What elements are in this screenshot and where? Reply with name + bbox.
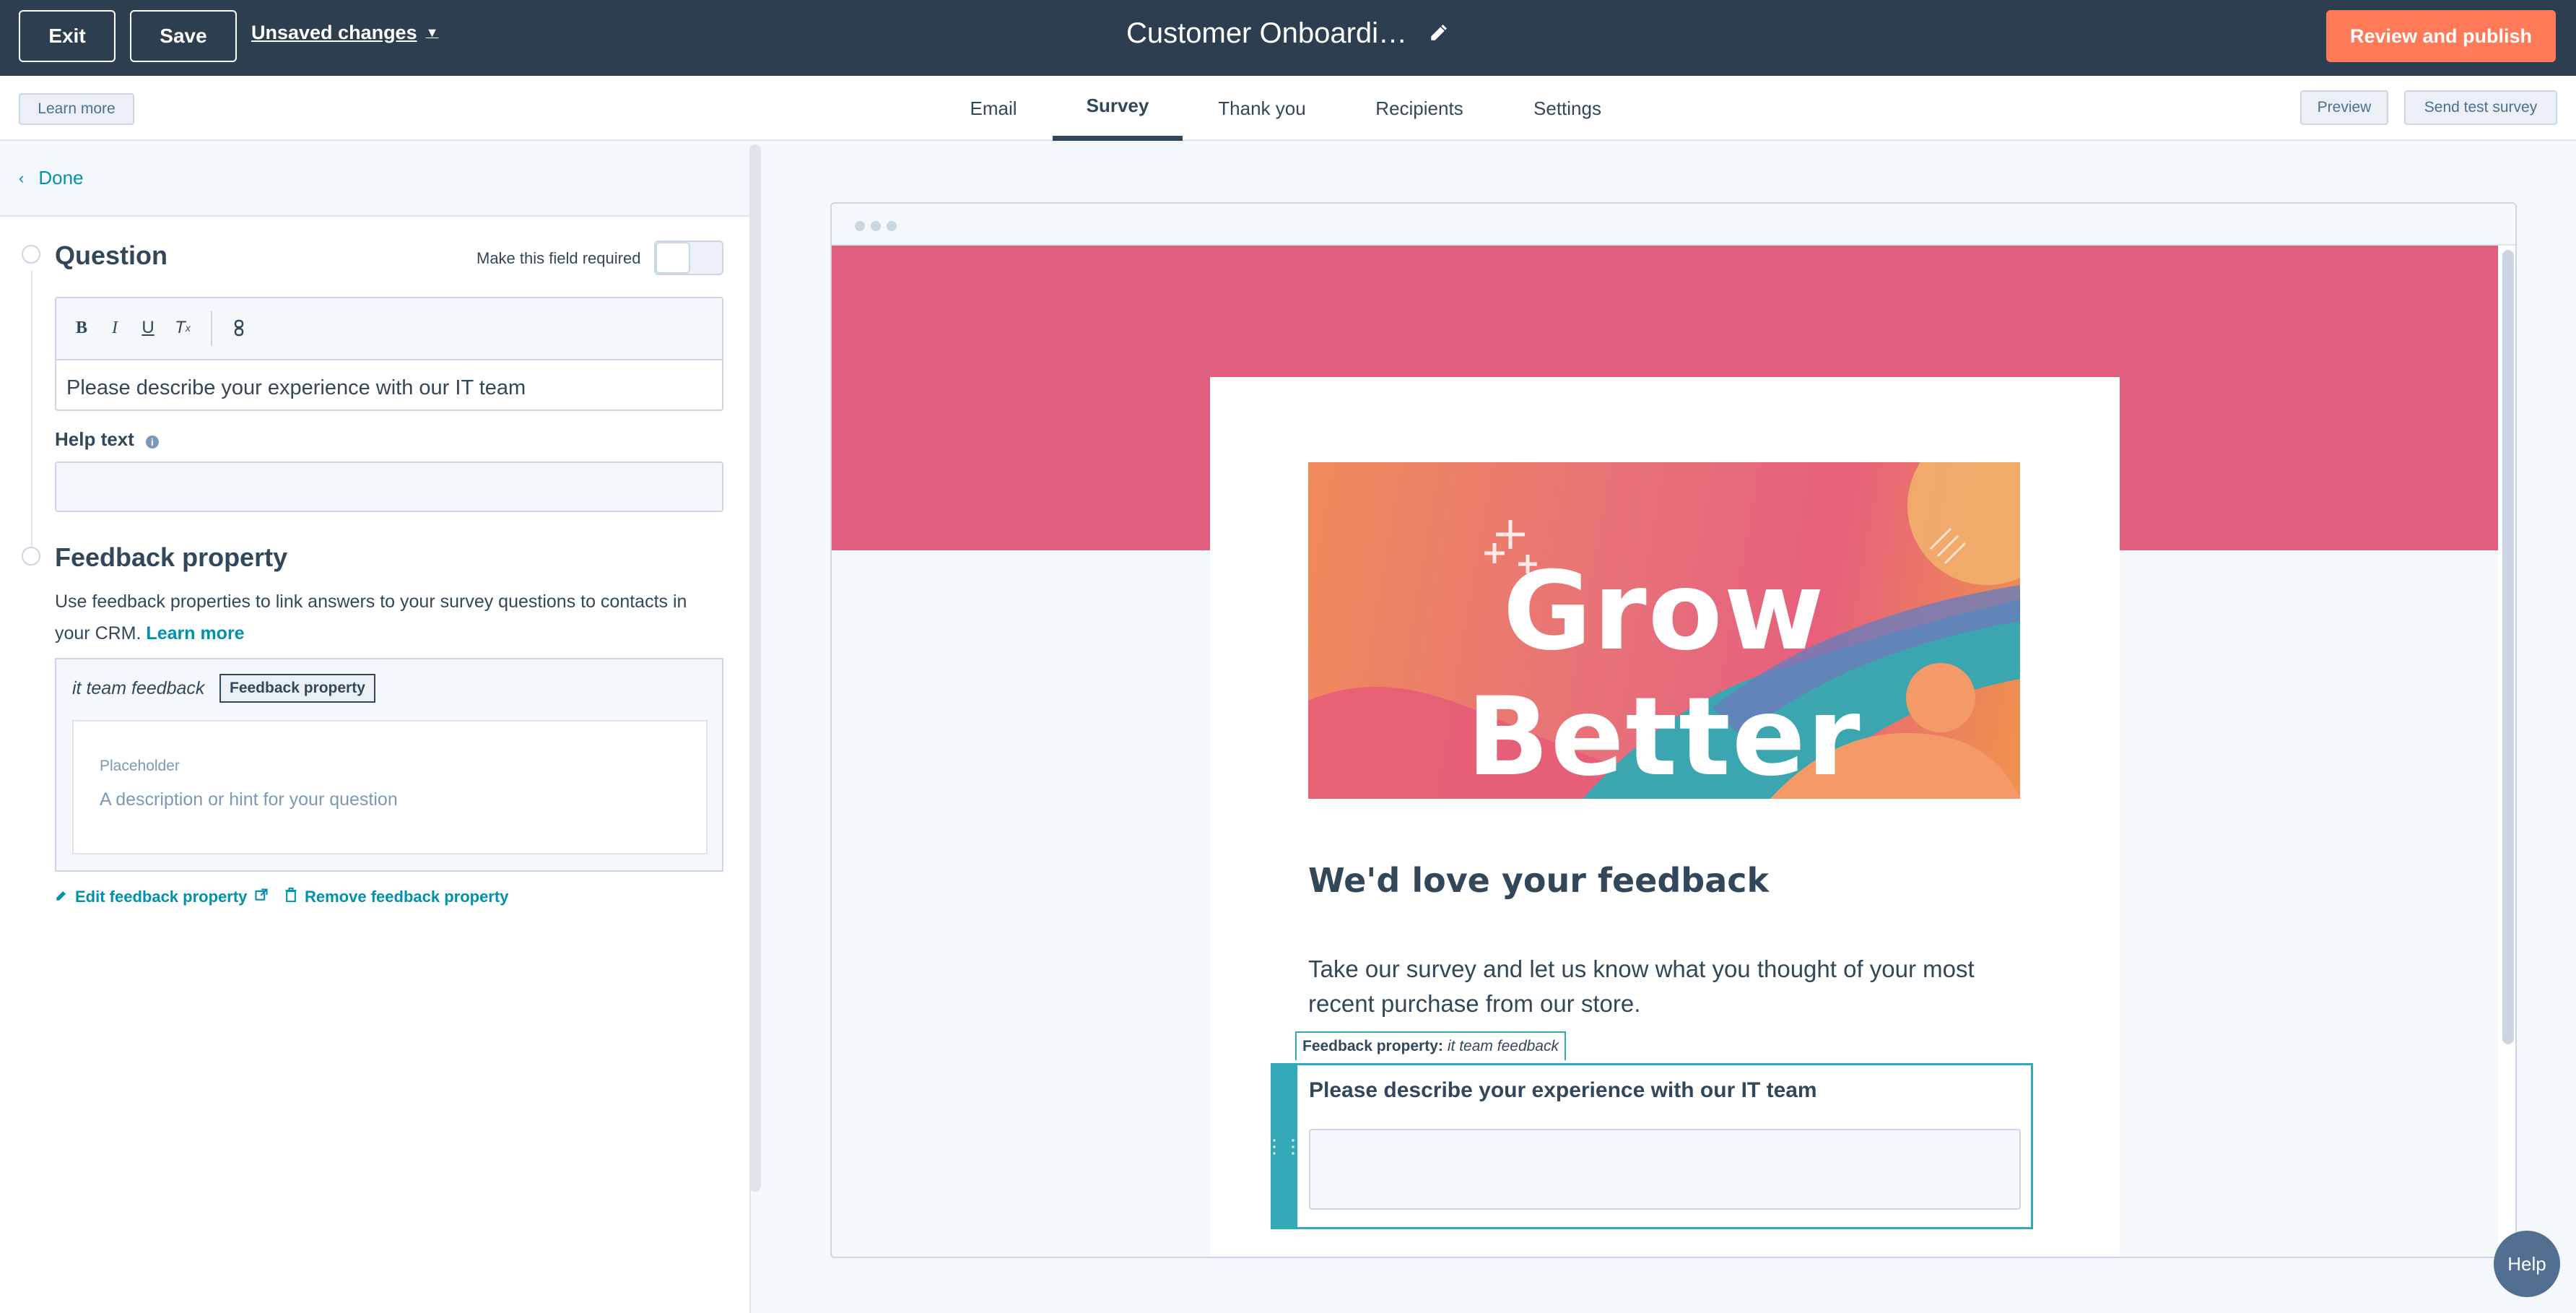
help-text-label: Help text i [55,428,159,451]
pencil-icon[interactable] [1429,17,1448,50]
help-button[interactable]: Help [2494,1231,2560,1297]
toggle-knob [656,242,690,274]
browser-bar [832,204,2515,246]
required-toggle[interactable] [654,240,723,275]
send-test-survey-button[interactable]: Send test survey [2404,90,2557,125]
preview-button[interactable]: Preview [2300,90,2388,125]
feedback-property-tag: Feedback property [219,674,375,703]
hero-text: Grow Better [1466,549,1862,799]
italic-icon[interactable]: I [104,317,126,339]
remove-feedback-property-label: Remove feedback property [305,888,509,906]
question-heading: Question [55,240,168,270]
tab-email[interactable]: Email [957,76,1030,141]
timeline-line [31,271,32,557]
tab-settings[interactable]: Settings [1523,76,1611,141]
question-label: Please describe your experience with our… [1309,1078,1817,1102]
tab-survey[interactable]: Survey [1053,76,1183,141]
placeholder-field[interactable]: Placeholder A description or hint for yo… [72,720,708,854]
tab-recipients[interactable]: Recipients [1365,76,1474,141]
survey-paragraph: Take our survey and let us know what you… [1308,956,1975,1017]
browser-dot [855,221,865,231]
property-name: it team feedback [72,678,205,698]
learn-more-button[interactable]: Learn more [19,93,134,125]
learn-more-link[interactable]: Learn more [146,623,244,644]
done-row: ‹ Done [0,141,751,217]
clear-format-icon[interactable]: Tx [172,317,193,339]
toolbar-divider [211,311,212,346]
hero-image: Grow Better [1308,462,2020,799]
review-and-publish-button[interactable]: Review and publish [2326,10,2556,62]
done-button[interactable]: ‹ Done [19,167,83,189]
done-label: Done [38,167,84,188]
survey-heading: We'd love your feedback [1308,861,1770,900]
exit-button[interactable]: Exit [19,10,116,62]
feedback-property-heading: Feedback property [55,542,288,572]
tab-row: Learn more Email Survey Thank you Recipi… [0,76,2576,141]
answer-textarea[interactable] [1309,1129,2021,1210]
placeholder-label: Placeholder [100,758,180,774]
help-text-input[interactable] [55,462,723,512]
edit-feedback-property-label: Edit feedback property [75,888,248,906]
unsaved-changes-label: Unsaved changes [251,22,417,43]
chevron-left-icon: ‹ [19,168,25,187]
edit-feedback-property-link[interactable]: Edit feedback property [55,888,269,906]
feedback-property-label-title: Feedback property: [1302,1038,1443,1054]
browser-dot [887,221,897,231]
feedback-property-label: Feedback property: it team feedback [1295,1031,1566,1060]
preview-scrollbar[interactable] [2502,250,2514,1044]
survey-title: Customer Onboardi… [1126,17,1448,50]
feedback-property-label-value: it team feedback [1447,1038,1559,1054]
help-text-label-text: Help text [55,428,134,450]
feedback-property-card: it team feedback Feedback property Place… [55,658,723,872]
trash-icon [284,887,297,906]
caret-down-icon: ▼ [425,25,439,40]
drag-handle-icon[interactable]: ⋮⋮ [1265,1063,1302,1229]
bold-icon[interactable]: B [71,317,92,339]
save-button[interactable]: Save [130,10,237,62]
remove-feedback-property-link[interactable]: Remove feedback property [284,887,509,906]
timeline-dot [22,547,40,566]
tab-thank-you[interactable]: Thank you [1207,76,1317,141]
info-icon: i [145,436,159,448]
placeholder-hint: A description or hint for your question [100,789,398,810]
editor-panel: ‹ Done Question Make this field required… [0,141,751,1313]
question-text-input[interactable]: Please describe your experience with our… [66,376,526,400]
question-editor: B I U Tx Please describe your experience… [55,297,723,411]
browser-dot [871,221,881,231]
link-icon[interactable] [228,317,250,339]
survey-title-text: Customer Onboardi… [1126,17,1408,49]
editor-toolbar: B I U Tx [56,298,722,360]
selected-question-block[interactable]: Please describe your experience with our… [1295,1063,2033,1229]
external-link-icon [254,888,269,906]
top-bar: Exit Save Unsaved changes ▼ Customer Onb… [0,0,2576,76]
pencil-icon [55,888,68,906]
underline-icon[interactable]: U [137,317,159,339]
required-label: Make this field required [477,249,641,267]
left-panel-scrollbar[interactable] [749,144,761,1192]
unsaved-changes-dropdown[interactable]: Unsaved changes ▼ [251,22,438,44]
timeline-dot [22,245,40,264]
feedback-description: Use feedback properties to link answers … [55,586,726,649]
